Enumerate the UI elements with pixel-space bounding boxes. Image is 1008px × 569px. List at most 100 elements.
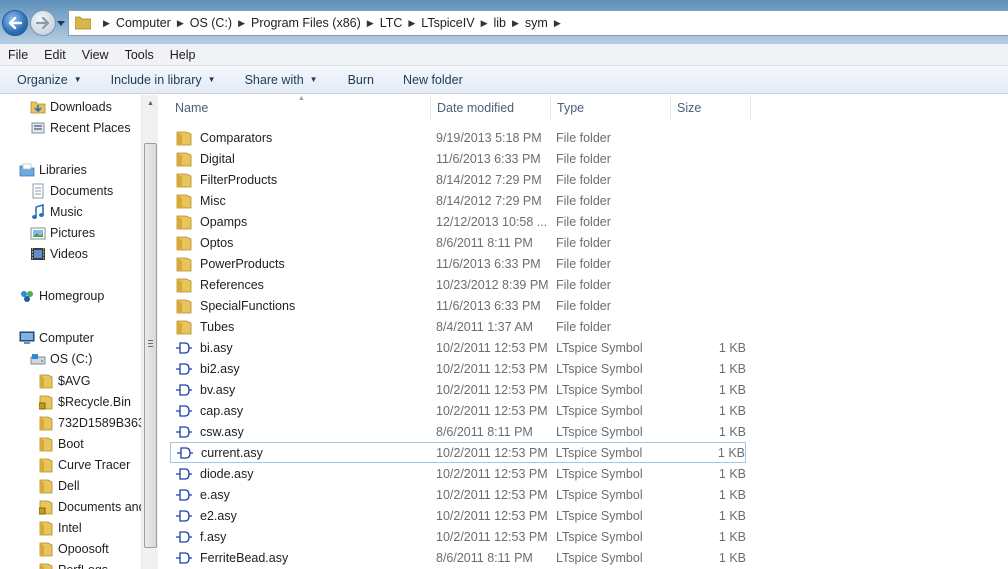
file-row[interactable]: csw.asy 8/6/2011 8:11 PM LTspice Symbol 1 K…	[170, 421, 746, 442]
nav-item-libraries[interactable]: Libraries	[19, 159, 87, 180]
date-modified-cell: 8/14/2012 7:29 PM	[436, 193, 542, 208]
nav-item-732d1589b3632[interactable]: 732D1589B3632	[38, 412, 152, 433]
file-row[interactable]: f.asy 10/2/2011 12:53 PM LTspice Symbol 1 K…	[170, 526, 746, 547]
folder-row[interactable]: Misc 8/14/2012 7:29 PM File folder	[170, 190, 746, 211]
column-header-size[interactable]: Size	[671, 95, 751, 120]
nav-item-videos[interactable]: Videos	[30, 243, 88, 264]
breadcrumb-separator[interactable]: ▶	[177, 18, 184, 29]
breadcrumb-item[interactable]: Computer	[116, 16, 171, 30]
nav-item-intel[interactable]: Intel	[38, 517, 82, 538]
breadcrumb-separator[interactable]: ▶	[554, 18, 561, 29]
menu-edit[interactable]: Edit	[36, 48, 74, 62]
address-bar[interactable]: ▶ Computer ▶ OS (C:) ▶ Program Files (x86) ▶ L…	[68, 10, 1008, 36]
type-cell: LTspice Symbol	[556, 487, 643, 502]
file-name: Digital	[200, 151, 235, 166]
file-row[interactable]: e2.asy 10/2/2011 12:53 PM LTspice Symbol 1 …	[170, 505, 746, 526]
breadcrumb-item[interactable]: LTC	[380, 16, 403, 30]
folder-row[interactable]: References 10/23/2012 8:39 PM File folder	[170, 274, 746, 295]
breadcrumb-item[interactable]: LTspiceIV	[421, 16, 474, 30]
nav-item-dell[interactable]: Dell	[38, 475, 80, 496]
title-bar: ▶ Computer ▶ OS (C:) ▶ Program Files (x86) ▶ L…	[0, 0, 1008, 44]
nav-item-computer[interactable]: Computer	[19, 327, 94, 348]
include-in-library-button[interactable]: Include in library ▼	[111, 73, 216, 87]
breadcrumb-item[interactable]: Program Files (x86)	[251, 16, 361, 30]
recent-pages-button[interactable]	[56, 17, 66, 29]
nav-item-downloads[interactable]: Downloads	[30, 96, 112, 117]
organize-button[interactable]: Organize ▼	[17, 73, 82, 87]
menu-file[interactable]: File	[0, 48, 36, 62]
folder-row[interactable]: Comparators 9/19/2013 5:18 PM File folder	[170, 127, 746, 148]
breadcrumb-item[interactable]: lib	[493, 16, 506, 30]
new-folder-button[interactable]: New folder	[403, 73, 463, 87]
nav-item-music[interactable]: Music	[30, 201, 83, 222]
file-row[interactable]: bi2.asy 10/2/2011 12:53 PM LTspice Symbol 1…	[170, 358, 746, 379]
folder-row[interactable]: PowerProducts 11/6/2013 6:33 PM File folde…	[170, 253, 746, 274]
nav-item-avg[interactable]: $AVG	[38, 370, 90, 391]
nav-item-opoosoft[interactable]: Opoosoft	[38, 538, 109, 559]
breadcrumb-separator[interactable]: ▶	[408, 18, 415, 29]
date-modified-cell: 10/2/2011 12:53 PM	[436, 508, 548, 523]
nav-item-homegroup[interactable]: Homegroup	[19, 285, 104, 306]
nav-item-documents-and[interactable]: Documents and	[38, 496, 146, 517]
scroll-up-arrow[interactable]: ▲	[142, 96, 159, 110]
file-name: References	[200, 277, 264, 292]
folder-row[interactable]: Digital 11/6/2013 6:33 PM File folder	[170, 148, 746, 169]
forward-button[interactable]	[30, 10, 56, 36]
chevron-down-icon: ▼	[207, 75, 216, 84]
file-row[interactable]: diode.asy 10/2/2011 12:53 PM LTspice Symbo…	[170, 463, 746, 484]
file-name: Tubes	[200, 319, 235, 334]
burn-button[interactable]: Burn	[348, 73, 374, 87]
column-header-name[interactable]: Name ▲	[158, 95, 431, 120]
name-cell: SpecialFunctions	[170, 298, 432, 314]
name-cell: References	[170, 277, 432, 293]
nav-item-boot[interactable]: Boot	[38, 433, 84, 454]
file-row[interactable]: e.asy 10/2/2011 12:53 PM LTspice Symbol 1 K…	[170, 484, 746, 505]
folder-icon	[38, 520, 54, 536]
file-name: current.asy	[201, 445, 263, 460]
file-row[interactable]: cap.asy 10/2/2011 12:53 PM LTspice Symbol 1…	[170, 400, 746, 421]
folder-row[interactable]: Tubes 8/4/2011 1:37 AM File folder	[170, 316, 746, 337]
breadcrumb-item[interactable]: sym	[525, 16, 548, 30]
share-with-button[interactable]: Share with ▼	[245, 73, 318, 87]
nav-item-recycle-bin[interactable]: $Recycle.Bin	[38, 391, 131, 412]
breadcrumb-separator[interactable]: ▶	[512, 18, 519, 29]
column-header-date-modified[interactable]: Date modified	[431, 95, 551, 120]
folder-row[interactable]: Opamps 12/12/2013 10:58 ... File folder	[170, 211, 746, 232]
type-cell: File folder	[556, 319, 611, 334]
scrollbar-thumb[interactable]	[144, 143, 157, 548]
breadcrumb-item[interactable]: OS (C:)	[190, 16, 232, 30]
nav-item-perflogs[interactable]: PerfLogs	[38, 559, 108, 569]
menu-view[interactable]: View	[74, 48, 117, 62]
libraries-icon	[19, 162, 35, 178]
nav-item-documents[interactable]: Documents	[30, 180, 113, 201]
menu-tools[interactable]: Tools	[117, 48, 162, 62]
nav-item-label: Boot	[58, 436, 84, 451]
folder-row[interactable]: FilterProducts 8/14/2012 7:29 PM File fold…	[170, 169, 746, 190]
breadcrumb-separator[interactable]: ▶	[238, 18, 245, 29]
nav-item-recent-places[interactable]: Recent Places	[30, 117, 131, 138]
file-name: Opamps	[200, 214, 248, 229]
navigation-scrollbar[interactable]: ▲	[141, 95, 158, 569]
nav-item-os-c[interactable]: OS (C:)	[30, 348, 92, 369]
file-row[interactable]: current.asy 10/2/2011 12:53 PM LTspice Sym…	[170, 442, 746, 463]
folder-icon	[176, 256, 192, 272]
file-row[interactable]: FerriteBead.asy 8/6/2011 8:11 PM LTspice S…	[170, 547, 746, 568]
breadcrumb-separator[interactable]: ▶	[481, 18, 488, 29]
file-row[interactable]: bv.asy 10/2/2011 12:53 PM LTspice Symbol 1 …	[170, 379, 746, 400]
breadcrumb-separator[interactable]: ▶	[367, 18, 374, 29]
folder-row[interactable]: Optos 8/6/2011 8:11 PM File folder	[170, 232, 746, 253]
breadcrumb-separator[interactable]: ▶	[103, 18, 110, 29]
nav-item-label: Documents and	[58, 499, 146, 514]
back-button[interactable]	[2, 10, 28, 36]
column-header-type[interactable]: Type	[551, 95, 671, 120]
folder-row[interactable]: SpecialFunctions 11/6/2013 6:33 PM File fo…	[170, 295, 746, 316]
name-cell: bv.asy	[170, 382, 432, 398]
nav-item-label: Opoosoft	[58, 541, 109, 556]
name-cell: Optos	[170, 235, 432, 251]
nav-item-curve-tracer[interactable]: Curve Tracer	[38, 454, 130, 475]
file-name: e.asy	[200, 487, 230, 502]
nav-item-pictures[interactable]: Pictures	[30, 222, 95, 243]
file-row[interactable]: bi.asy 10/2/2011 12:53 PM LTspice Symbol 1 …	[170, 337, 746, 358]
name-cell: PowerProducts	[170, 256, 432, 272]
menu-help[interactable]: Help	[162, 48, 204, 62]
